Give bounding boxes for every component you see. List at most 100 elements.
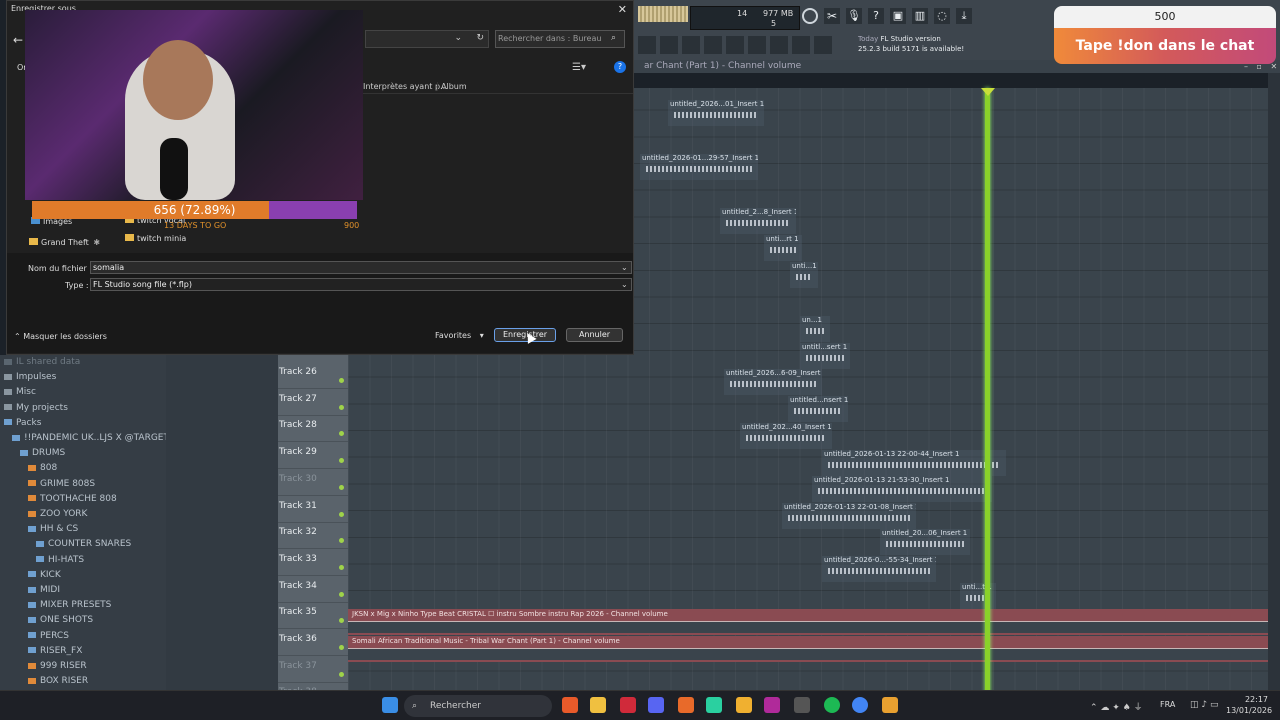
track-header[interactable]: Track 37 <box>278 656 348 683</box>
browser-item[interactable]: Impulses <box>0 370 166 385</box>
tray-icons[interactable]: ⌃ ☁ ✦ ♠ ⏚ <box>1090 700 1143 713</box>
audio-clip[interactable]: untitled_202...40_Insert 1 <box>740 423 832 449</box>
audio-clip[interactable]: unti...1 <box>790 262 818 288</box>
chat-icon[interactable]: ◌ <box>934 8 950 24</box>
tools-icon[interactable] <box>792 36 810 54</box>
network-sound-icons[interactable]: ◫ ♪ ▭ <box>1190 700 1218 710</box>
audio-clip[interactable]: untitled_2026-01-13 22-01-08_Insert 1 <box>782 503 916 529</box>
track-header[interactable]: Track 26 <box>278 362 348 389</box>
file-item[interactable]: twitch minia <box>125 234 186 243</box>
address-dropdown-icon[interactable]: ⌄ <box>454 33 462 43</box>
dialog-help-icon[interactable]: ? <box>614 61 626 73</box>
track-header[interactable]: Track 28 <box>278 415 348 443</box>
help-icon[interactable]: ? <box>868 8 884 24</box>
track-mute-led[interactable] <box>339 458 344 464</box>
close-playlist-icon[interactable]: ✕ <box>1271 62 1278 71</box>
taskbar-search[interactable]: ⌕ Rechercher <box>404 695 552 717</box>
audio-clip[interactable]: unti...rt 1 <box>764 235 802 261</box>
file-explorer-icon[interactable] <box>590 697 606 713</box>
track-mute-led[interactable] <box>339 538 344 544</box>
track-mute-led[interactable] <box>339 431 344 437</box>
browser-item[interactable]: Misc <box>0 385 166 400</box>
power-icon[interactable] <box>802 8 818 24</box>
track-header[interactable]: Track 27 <box>278 389 348 416</box>
app-yellow-icon[interactable] <box>736 697 752 713</box>
favorites-dropdown[interactable]: Favorites ▾ <box>435 331 484 340</box>
browser-item[interactable]: DRUMS <box>0 446 166 461</box>
browser-item[interactable]: HI-HATS <box>0 553 166 568</box>
view-options-icon[interactable]: ☰▾ <box>572 62 586 73</box>
mixer-icon[interactable]: ▥ <box>912 8 928 24</box>
browser-item[interactable]: ONE SHOTS <box>0 613 166 628</box>
audio-clip[interactable]: un...1 <box>800 316 830 342</box>
browser-item[interactable]: My projects <box>0 401 166 416</box>
download-icon[interactable]: ⤓ <box>956 8 972 24</box>
browser-item[interactable]: GRIME 808S <box>0 477 166 492</box>
windows-start-icon[interactable] <box>382 697 398 713</box>
type-select[interactable]: FL Studio song file (*.flp) <box>90 278 632 291</box>
track-mute-led[interactable] <box>339 645 344 650</box>
microphone-icon[interactable]: 🎙 <box>846 8 862 24</box>
track-header[interactable]: Track 33 <box>278 549 348 576</box>
audio-clip[interactable]: untitl...sert 1 <box>800 343 850 369</box>
chrome-icon[interactable] <box>852 697 868 713</box>
audio-clip[interactable]: untitled_2026...01_Insert 1 <box>668 100 764 126</box>
audio-clip[interactable]: untitled...nsert 1 <box>788 396 848 422</box>
back-arrow-icon[interactable]: ← <box>13 33 23 47</box>
hide-folders-toggle[interactable]: ⌃ Masquer les dossiers <box>14 332 107 341</box>
track-mute-led[interactable] <box>339 618 344 624</box>
track-mute-led[interactable] <box>339 671 344 677</box>
automation-clip[interactable]: JKSN x Mig x Ninho Type Beat CRISTAL ☐ i… <box>348 609 1268 635</box>
obs-next-icon[interactable] <box>764 697 780 713</box>
audio-clip[interactable]: untitled_20...06_Insert 1 <box>880 529 970 555</box>
channel-rack-icon[interactable] <box>682 36 700 54</box>
column-album[interactable]: Album <box>437 82 467 91</box>
browser-item[interactable]: 808 <box>0 461 166 476</box>
browser-item[interactable]: MIDI <box>0 583 166 598</box>
filename-dropdown-icon[interactable]: ⌄ <box>621 263 628 272</box>
audio-clip[interactable]: untitled_2...8_Insert 1 <box>720 208 796 234</box>
track-mute-led[interactable] <box>339 378 344 383</box>
browser-item[interactable]: PERCS <box>0 629 166 644</box>
brave-icon[interactable] <box>562 697 578 713</box>
refresh-icon[interactable]: ↻ <box>476 33 484 43</box>
fl-studio-icon[interactable] <box>882 697 898 713</box>
track-header[interactable]: Track 36 <box>278 629 348 656</box>
track-mute-led[interactable] <box>339 564 344 570</box>
browser-item[interactable]: !!PANDEMIC UK..LJS X @TARGETT <box>0 431 174 446</box>
filename-input[interactable]: somalia <box>90 261 632 274</box>
audio-clip[interactable]: untitled_2026-01...29-57_Insert 1 <box>640 154 758 180</box>
browser-item[interactable]: COUNTER SNARES <box>0 537 166 552</box>
address-bar[interactable]: ⌄ ↻ <box>365 30 489 48</box>
track-mute-led[interactable] <box>339 484 344 490</box>
track-header[interactable]: Track 35 <box>278 602 348 630</box>
audio-clip[interactable]: untitled_2026-01-13 22-00-44_Insert 1 <box>822 450 1006 476</box>
vertical-scrollbar[interactable] <box>1268 73 1280 698</box>
playhead-marker[interactable] <box>981 88 995 96</box>
plugin-icon[interactable] <box>748 36 766 54</box>
mixer-view-icon[interactable] <box>704 36 722 54</box>
browser-item[interactable]: IL shared data <box>0 355 166 370</box>
browser-item[interactable]: KICK <box>0 568 166 583</box>
pin-icon[interactable] <box>770 36 788 54</box>
track-header[interactable]: Track 32 <box>278 522 348 550</box>
language-indicator[interactable]: FRA <box>1160 700 1175 709</box>
piano-roll-icon[interactable] <box>660 36 678 54</box>
audio-clip[interactable]: untitled_2026...6-09_Insert 1 <box>724 369 822 395</box>
audio-clip[interactable]: untitled_2026-0...-55-34_Insert 1 <box>822 556 936 582</box>
track-mute-led[interactable] <box>339 404 344 410</box>
automation-clip[interactable]: Somali African Traditional Music - Triba… <box>348 636 1268 662</box>
cancel-button[interactable]: Annuler <box>566 328 623 342</box>
browser-item[interactable]: RISER_FX <box>0 644 166 659</box>
browser-item[interactable]: HH & CS <box>0 522 166 537</box>
maximize-icon[interactable]: ▫ <box>1257 62 1262 71</box>
app-teal-icon[interactable] <box>706 697 722 713</box>
minimize-icon[interactable]: – <box>1244 62 1248 71</box>
column-artists[interactable]: Interprètes ayant p... <box>363 82 448 91</box>
track-mute-led[interactable] <box>339 511 344 517</box>
cut-icon[interactable]: ✂ <box>824 8 840 24</box>
discord-icon[interactable] <box>648 697 664 713</box>
browser-item[interactable]: MIXER PRESETS <box>0 598 166 613</box>
playhead[interactable] <box>985 88 990 698</box>
browser-item[interactable]: 999 RISER <box>0 659 166 674</box>
